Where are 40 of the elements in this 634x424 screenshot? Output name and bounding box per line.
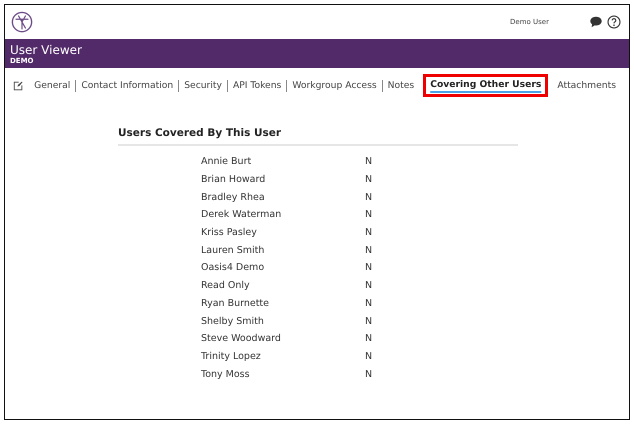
user-name-cell-text: Bradley Rhea [201,192,266,203]
value-cell: N [365,156,372,168]
value-cell: N [365,316,372,327]
value-cell: N [365,227,372,238]
help-icon[interactable] [607,15,621,29]
user-name-cell-text: Kriss Pasley [201,227,258,238]
tab[interactable]: Covering Other Users [423,74,548,97]
user-name-cell-text: Ryan Burnette [201,298,270,309]
user-name-cell-text: Read Only [201,280,251,292]
user-name-cell-text: Tony Moss [201,368,251,380]
tab[interactable]: Contact Information [75,80,178,92]
user-name-cell-text: Oasis4 Demo [201,262,266,274]
tab[interactable]: Attachments [552,80,621,92]
page-title: User Viewer [10,43,83,57]
user-name-cell-text: Derek Waterman [201,209,282,220]
user-name-cell-text: Brian Howard [201,174,266,186]
chat-icon[interactable] [589,15,603,29]
value-cell: N [365,209,372,220]
value-cell: N [365,244,372,256]
value-cell: N [365,262,372,274]
value-cell: N [365,368,372,380]
value-cell: N [365,350,372,362]
user-name-cell-text: Steve Woodward [201,333,282,344]
tab[interactable]: API Tokens [226,80,286,92]
tab[interactable]: Notes [382,80,420,92]
section-title: Users Covered By This User [118,127,518,146]
user-name-cell-text: Annie Burt [201,156,252,168]
tab[interactable]: Security [178,80,227,92]
value-cell: N [365,192,372,203]
edit-icon[interactable] [13,80,24,92]
value-cell: N [365,333,372,344]
value-cell: N [365,174,372,186]
tab[interactable]: Workgroup Access [286,80,382,92]
value-cell: N [365,298,372,309]
user-name-cell-text: Lauren Smith [201,244,266,256]
value-cell: N [365,280,372,292]
user-name-cell-text: Trinity Lopez [201,350,262,362]
user-name-cell-text: Shelby Smith [201,316,265,327]
tab[interactable]: General [29,80,76,92]
logo-icon [11,11,33,33]
